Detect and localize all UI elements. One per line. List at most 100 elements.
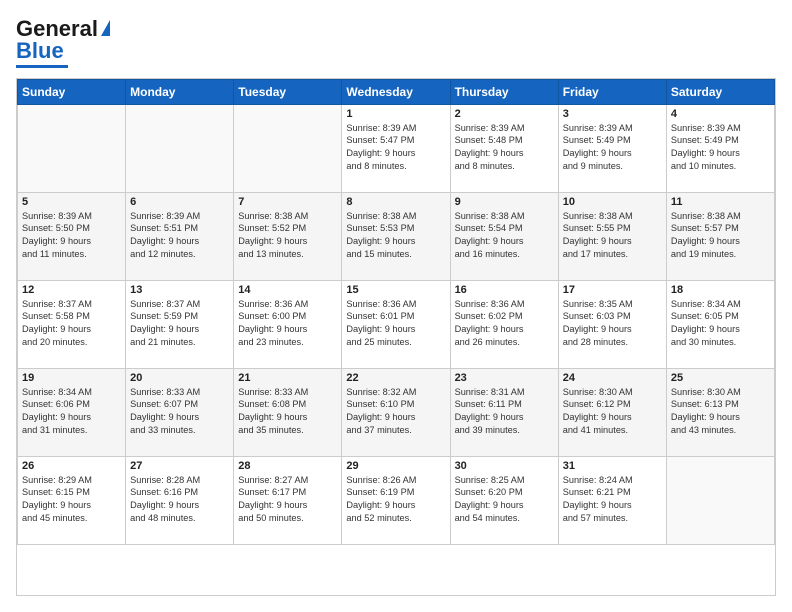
day-number: 18 bbox=[671, 284, 770, 296]
weekday-header-saturday: Saturday bbox=[666, 79, 774, 104]
calendar-cell: 3 Sunrise: 8:39 AMSunset: 5:49 PMDaylight… bbox=[558, 104, 666, 192]
day-number: 24 bbox=[563, 372, 662, 384]
day-info: Sunrise: 8:38 AMSunset: 5:52 PMDaylight:… bbox=[238, 210, 337, 262]
calendar-cell: 23 Sunrise: 8:31 AMSunset: 6:11 PMDayligh… bbox=[450, 368, 558, 456]
day-info: Sunrise: 8:25 AMSunset: 6:20 PMDaylight:… bbox=[455, 474, 554, 526]
day-info: Sunrise: 8:34 AMSunset: 6:06 PMDaylight:… bbox=[22, 386, 121, 438]
day-number: 5 bbox=[22, 196, 121, 208]
calendar-cell: 13 Sunrise: 8:37 AMSunset: 5:59 PMDayligh… bbox=[126, 280, 234, 368]
day-info: Sunrise: 8:37 AMSunset: 5:59 PMDaylight:… bbox=[130, 298, 229, 350]
calendar-cell bbox=[234, 104, 342, 192]
logo-blue: Blue bbox=[16, 38, 64, 64]
day-number: 21 bbox=[238, 372, 337, 384]
day-number: 12 bbox=[22, 284, 121, 296]
calendar-cell: 15 Sunrise: 8:36 AMSunset: 6:01 PMDayligh… bbox=[342, 280, 450, 368]
weekday-header-monday: Monday bbox=[126, 79, 234, 104]
day-number: 22 bbox=[346, 372, 445, 384]
day-info: Sunrise: 8:34 AMSunset: 6:05 PMDaylight:… bbox=[671, 298, 770, 350]
weekday-header-wednesday: Wednesday bbox=[342, 79, 450, 104]
day-number: 3 bbox=[563, 108, 662, 120]
day-info: Sunrise: 8:32 AMSunset: 6:10 PMDaylight:… bbox=[346, 386, 445, 438]
calendar-cell: 24 Sunrise: 8:30 AMSunset: 6:12 PMDayligh… bbox=[558, 368, 666, 456]
calendar-cell: 21 Sunrise: 8:33 AMSunset: 6:08 PMDayligh… bbox=[234, 368, 342, 456]
calendar-cell: 2 Sunrise: 8:39 AMSunset: 5:48 PMDaylight… bbox=[450, 104, 558, 192]
day-info: Sunrise: 8:38 AMSunset: 5:54 PMDaylight:… bbox=[455, 210, 554, 262]
day-number: 31 bbox=[563, 460, 662, 472]
day-number: 17 bbox=[563, 284, 662, 296]
calendar-cell: 30 Sunrise: 8:25 AMSunset: 6:20 PMDayligh… bbox=[450, 456, 558, 544]
calendar-cell: 14 Sunrise: 8:36 AMSunset: 6:00 PMDayligh… bbox=[234, 280, 342, 368]
day-info: Sunrise: 8:36 AMSunset: 6:01 PMDaylight:… bbox=[346, 298, 445, 350]
day-number: 23 bbox=[455, 372, 554, 384]
day-info: Sunrise: 8:30 AMSunset: 6:13 PMDaylight:… bbox=[671, 386, 770, 438]
calendar-cell: 31 Sunrise: 8:24 AMSunset: 6:21 PMDayligh… bbox=[558, 456, 666, 544]
day-info: Sunrise: 8:39 AMSunset: 5:47 PMDaylight:… bbox=[346, 122, 445, 174]
calendar-cell: 20Sunrise: 8:33 AMSunset: 6:07 PMDayligh… bbox=[126, 368, 234, 456]
calendar-cell: 9Sunrise: 8:38 AMSunset: 5:54 PMDaylight… bbox=[450, 192, 558, 280]
day-info: Sunrise: 8:36 AMSunset: 6:00 PMDaylight:… bbox=[238, 298, 337, 350]
calendar-cell: 6 Sunrise: 8:39 AMSunset: 5:51 PMDaylight… bbox=[126, 192, 234, 280]
page: General Blue SundayMondayTuesdayWednesda… bbox=[0, 0, 792, 612]
calendar-cell: 18 Sunrise: 8:34 AMSunset: 6:05 PMDayligh… bbox=[666, 280, 774, 368]
calendar-cell: 26 Sunrise: 8:29 AMSunset: 6:15 PMDayligh… bbox=[18, 456, 126, 544]
calendar-cell: 17 Sunrise: 8:35 AMSunset: 6:03 PMDayligh… bbox=[558, 280, 666, 368]
logo-triangle-icon bbox=[101, 20, 110, 36]
calendar-cell: 1 Sunrise: 8:39 AMSunset: 5:47 PMDaylight… bbox=[342, 104, 450, 192]
day-number: 2 bbox=[455, 108, 554, 120]
calendar-cell bbox=[666, 456, 774, 544]
day-info: Sunrise: 8:39 AMSunset: 5:51 PMDaylight:… bbox=[130, 210, 229, 262]
day-number: 6 bbox=[130, 196, 229, 208]
day-number: 30 bbox=[455, 460, 554, 472]
calendar-cell: 25 Sunrise: 8:30 AMSunset: 6:13 PMDayligh… bbox=[666, 368, 774, 456]
day-info: Sunrise: 8:36 AMSunset: 6:02 PMDaylight:… bbox=[455, 298, 554, 350]
calendar-cell: 22 Sunrise: 8:32 AMSunset: 6:10 PMDayligh… bbox=[342, 368, 450, 456]
weekday-header-thursday: Thursday bbox=[450, 79, 558, 104]
weekday-header-sunday: Sunday bbox=[18, 79, 126, 104]
day-number: 4 bbox=[671, 108, 770, 120]
day-info: Sunrise: 8:29 AMSunset: 6:15 PMDaylight:… bbox=[22, 474, 121, 526]
day-info: Sunrise: 8:39 AMSunset: 5:48 PMDaylight:… bbox=[455, 122, 554, 174]
day-info: Sunrise: 8:26 AMSunset: 6:19 PMDaylight:… bbox=[346, 474, 445, 526]
calendar-cell: 29 Sunrise: 8:26 AMSunset: 6:19 PMDayligh… bbox=[342, 456, 450, 544]
weekday-header-friday: Friday bbox=[558, 79, 666, 104]
day-number: 19 bbox=[22, 372, 121, 384]
day-number: 1 bbox=[346, 108, 445, 120]
calendar-cell bbox=[126, 104, 234, 192]
calendar-cell: 19 Sunrise: 8:34 AMSunset: 6:06 PMDayligh… bbox=[18, 368, 126, 456]
calendar-cell: 4 Sunrise: 8:39 AMSunset: 5:49 PMDaylight… bbox=[666, 104, 774, 192]
day-info: Sunrise: 8:38 AMSunset: 5:57 PMDaylight:… bbox=[671, 210, 770, 262]
day-number: 15 bbox=[346, 284, 445, 296]
calendar-cell: 27Sunrise: 8:28 AMSunset: 6:16 PMDayligh… bbox=[126, 456, 234, 544]
calendar-cell: 16 Sunrise: 8:36 AMSunset: 6:02 PMDayligh… bbox=[450, 280, 558, 368]
calendar-cell: 8Sunrise: 8:38 AMSunset: 5:53 PMDaylight… bbox=[342, 192, 450, 280]
weekday-header-tuesday: Tuesday bbox=[234, 79, 342, 104]
day-info: Sunrise: 8:39 AMSunset: 5:49 PMDaylight:… bbox=[671, 122, 770, 174]
day-info: Sunrise: 8:27 AMSunset: 6:17 PMDaylight:… bbox=[238, 474, 337, 526]
day-info: Sunrise: 8:37 AMSunset: 5:58 PMDaylight:… bbox=[22, 298, 121, 350]
day-number: 8 bbox=[346, 196, 445, 208]
day-info: Sunrise: 8:35 AMSunset: 6:03 PMDaylight:… bbox=[563, 298, 662, 350]
day-info: Sunrise: 8:33 AMSunset: 6:08 PMDaylight:… bbox=[238, 386, 337, 438]
day-number: 25 bbox=[671, 372, 770, 384]
logo: General Blue bbox=[16, 16, 110, 68]
day-info: Sunrise: 8:30 AMSunset: 6:12 PMDaylight:… bbox=[563, 386, 662, 438]
calendar: SundayMondayTuesdayWednesdayThursdayFrid… bbox=[16, 78, 776, 597]
day-info: Sunrise: 8:39 AMSunset: 5:50 PMDaylight:… bbox=[22, 210, 121, 262]
calendar-cell: 12 Sunrise: 8:37 AMSunset: 5:58 PMDayligh… bbox=[18, 280, 126, 368]
day-number: 29 bbox=[346, 460, 445, 472]
day-number: 20 bbox=[130, 372, 229, 384]
day-info: Sunrise: 8:31 AMSunset: 6:11 PMDaylight:… bbox=[455, 386, 554, 438]
day-number: 26 bbox=[22, 460, 121, 472]
day-number: 10 bbox=[563, 196, 662, 208]
day-info: Sunrise: 8:24 AMSunset: 6:21 PMDaylight:… bbox=[563, 474, 662, 526]
day-number: 16 bbox=[455, 284, 554, 296]
day-number: 13 bbox=[130, 284, 229, 296]
calendar-cell: 11Sunrise: 8:38 AMSunset: 5:57 PMDayligh… bbox=[666, 192, 774, 280]
day-info: Sunrise: 8:38 AMSunset: 5:55 PMDaylight:… bbox=[563, 210, 662, 262]
day-info: Sunrise: 8:39 AMSunset: 5:49 PMDaylight:… bbox=[563, 122, 662, 174]
day-number: 14 bbox=[238, 284, 337, 296]
header: General Blue bbox=[16, 16, 776, 68]
calendar-cell: 28Sunrise: 8:27 AMSunset: 6:17 PMDayligh… bbox=[234, 456, 342, 544]
day-number: 7 bbox=[238, 196, 337, 208]
calendar-cell bbox=[18, 104, 126, 192]
